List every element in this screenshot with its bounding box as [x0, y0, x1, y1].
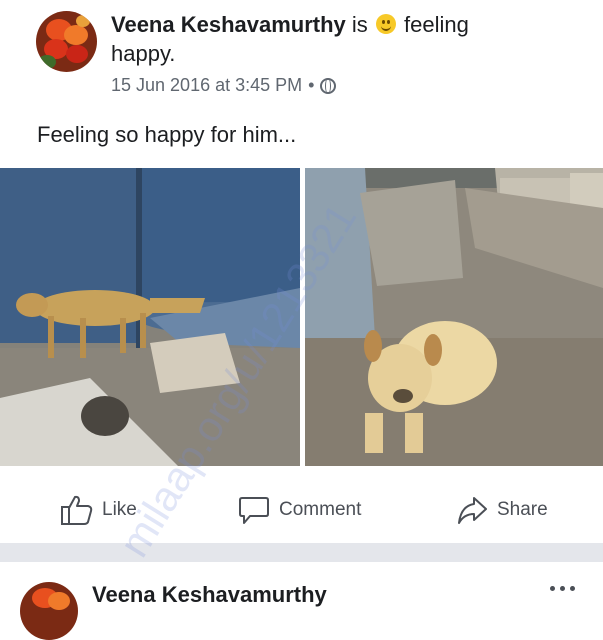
feed-post: Veena Keshavamurthy is feeling happy. 15…: [0, 0, 603, 543]
globe-icon: [320, 77, 337, 94]
next-feed-post: Veena Keshavamurthy: [0, 562, 603, 640]
post-actions: Like Comment Share: [0, 480, 603, 540]
author-name[interactable]: Veena Keshavamurthy: [111, 12, 346, 37]
more-options-icon[interactable]: [550, 586, 576, 592]
smiley-emoji-icon: [375, 14, 396, 34]
author-avatar[interactable]: [36, 11, 97, 72]
status-prefix: is: [351, 12, 368, 37]
share-button[interactable]: Share: [456, 494, 548, 526]
comment-label: Comment: [279, 499, 362, 520]
photo-right-art: [305, 168, 603, 466]
post-header-text: Veena Keshavamurthy is feeling happy.: [111, 10, 531, 68]
comment-button[interactable]: Comment: [238, 494, 361, 526]
feed-divider: [0, 543, 603, 562]
puppy-by-barrels-photo[interactable]: [0, 168, 300, 466]
meta-separator: •: [308, 75, 315, 95]
post-meta: 15 Jun 2016 at 3:45 PM •: [111, 75, 337, 96]
share-label: Share: [497, 499, 548, 520]
thumbs-up-icon: [61, 495, 93, 525]
post-text: Feeling so happy for him...: [37, 122, 297, 147]
share-arrow-icon: [458, 497, 487, 524]
post-photos: [0, 168, 603, 466]
like-button[interactable]: Like: [60, 494, 137, 526]
post-timestamp[interactable]: 15 Jun 2016 at 3:45 PM: [111, 75, 302, 96]
author-avatar[interactable]: [20, 582, 78, 640]
comment-bubble-icon: [239, 497, 269, 524]
like-label: Like: [102, 499, 137, 520]
photo-left-art: [0, 168, 300, 466]
author-name[interactable]: Veena Keshavamurthy: [92, 582, 327, 608]
puppy-lying-photo[interactable]: [305, 168, 603, 466]
